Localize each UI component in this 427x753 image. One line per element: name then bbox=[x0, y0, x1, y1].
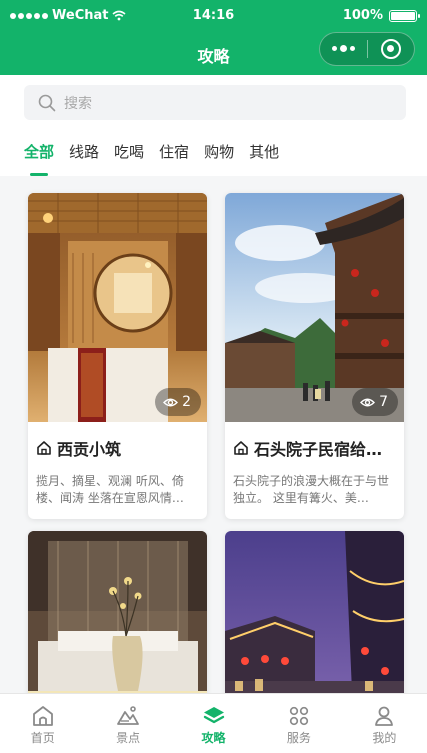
tab-food[interactable]: 吃喝 bbox=[114, 130, 144, 176]
search-placeholder: 搜索 bbox=[64, 95, 92, 112]
tab-shopping[interactable]: 购物 bbox=[204, 130, 234, 176]
top-bar: WeChat 14:16 100% 攻略 bbox=[0, 0, 427, 75]
guide-card[interactable] bbox=[225, 531, 404, 693]
nav-label: 攻略 bbox=[201, 731, 226, 745]
close-icon[interactable] bbox=[367, 39, 414, 59]
user-icon bbox=[372, 703, 396, 729]
card-title: 石头院子民宿给… bbox=[254, 440, 383, 459]
card-image bbox=[225, 531, 404, 693]
nav-label: 服务 bbox=[286, 731, 311, 745]
grid-icon bbox=[287, 703, 311, 729]
screen: WeChat 14:16 100% 攻略 搜索 全部 线路 吃喝 住宿 购物 其… bbox=[0, 0, 427, 753]
nav-attractions[interactable]: 景点 bbox=[85, 694, 170, 753]
card-image: 2 bbox=[28, 193, 207, 422]
battery-icon bbox=[389, 9, 420, 22]
card-image: 7 bbox=[225, 193, 404, 422]
home-icon bbox=[234, 441, 248, 455]
tab-routes[interactable]: 线路 bbox=[69, 130, 99, 176]
status-right: 100% bbox=[342, 8, 420, 23]
card-description: 石头院子的浪漫大概在于与世独立。 这里有篝火、美… bbox=[233, 474, 390, 505]
home-icon bbox=[37, 441, 51, 455]
search-icon bbox=[38, 94, 56, 112]
nav-label: 景点 bbox=[116, 731, 141, 745]
nav-label: 我的 bbox=[372, 731, 397, 745]
guide-card[interactable]: 7 石头院子民宿给… 石头院子的浪漫大概在于与世独立。 这里有篝火、美… bbox=[225, 193, 404, 519]
view-count: 2 bbox=[182, 394, 191, 410]
battery-percent: 100% bbox=[342, 8, 383, 23]
tab-all[interactable]: 全部 bbox=[24, 130, 54, 176]
card-title-row: 西贡小筑 bbox=[28, 436, 207, 460]
more-icon[interactable] bbox=[320, 45, 367, 52]
nav-home[interactable]: 首页 bbox=[0, 694, 85, 753]
view-count: 7 bbox=[379, 394, 388, 410]
eye-icon bbox=[163, 398, 179, 406]
home-icon bbox=[31, 703, 55, 729]
search-input[interactable]: 搜索 bbox=[24, 85, 406, 120]
nav-label: 首页 bbox=[30, 731, 55, 745]
layers-icon bbox=[202, 703, 226, 729]
eye-icon bbox=[360, 398, 376, 406]
card-description: 揽月、摘星、观澜 听风、倚楼、闻涛 坐落在宣恩风情… bbox=[36, 474, 184, 505]
tab-stay[interactable]: 住宿 bbox=[159, 130, 189, 176]
guide-grid: 2 西贡小筑 揽月、摘星、观澜 听风、倚楼、闻涛 坐落在宣恩风情… 7 石头院子… bbox=[0, 176, 427, 693]
view-count-badge: 7 bbox=[352, 388, 398, 416]
tab-other[interactable]: 其他 bbox=[249, 130, 279, 176]
mountain-icon bbox=[116, 703, 140, 729]
guide-card[interactable]: 2 西贡小筑 揽月、摘星、观澜 听风、倚楼、闻涛 坐落在宣恩风情… bbox=[28, 193, 207, 519]
status-bar: WeChat 14:16 100% bbox=[0, 8, 427, 26]
card-image bbox=[28, 531, 207, 693]
search-bar: 搜索 bbox=[0, 75, 427, 130]
card-title-row: 石头院子民宿给… bbox=[225, 436, 404, 460]
card-title: 西贡小筑 bbox=[57, 440, 122, 459]
bottom-nav: 首页 景点 攻略 服务 我的 bbox=[0, 693, 427, 753]
guide-card[interactable] bbox=[28, 531, 207, 693]
view-count-badge: 2 bbox=[155, 388, 201, 416]
category-tabs: 全部 线路 吃喝 住宿 购物 其他 bbox=[0, 130, 427, 176]
nav-profile[interactable]: 我的 bbox=[342, 694, 427, 753]
nav-services[interactable]: 服务 bbox=[256, 694, 341, 753]
nav-guides[interactable]: 攻略 bbox=[171, 694, 256, 753]
mini-program-capsule bbox=[319, 32, 415, 66]
